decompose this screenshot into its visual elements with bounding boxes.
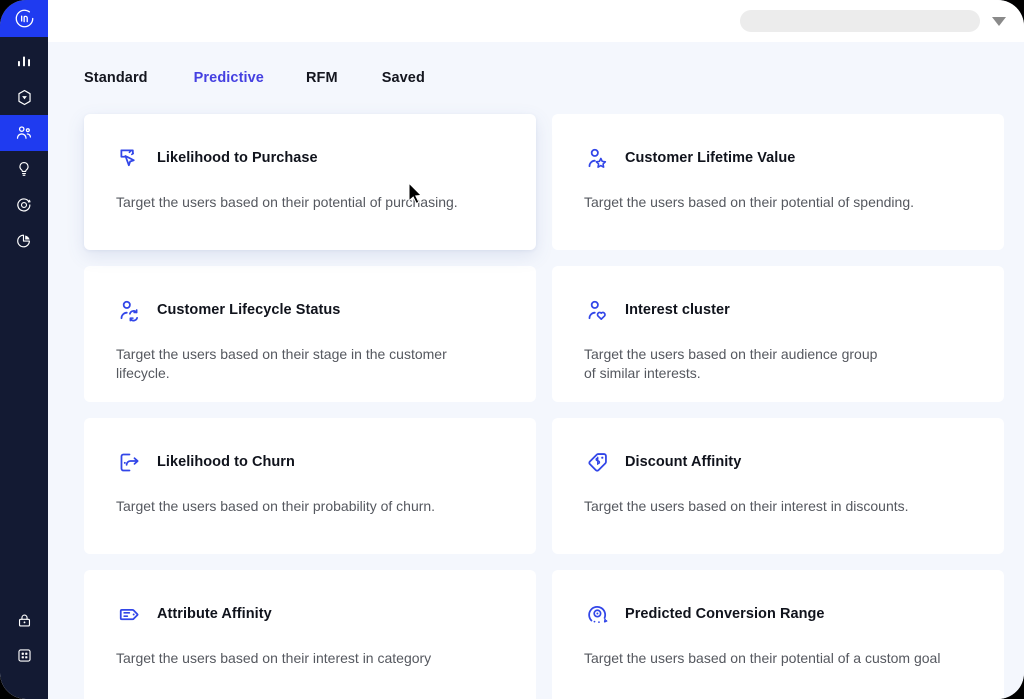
tab-predictive[interactable]: Predictive <box>194 70 264 86</box>
main-content: Standard Predictive RFM Saved <box>48 42 1024 699</box>
card-description: Target the users based on their stage in… <box>116 345 488 383</box>
card-description: Target the users based on their potentia… <box>116 193 488 212</box>
card-header: Customer Lifecycle Status <box>116 296 504 324</box>
card-header: Likelihood to Churn <box>116 448 504 476</box>
card-header: Predicted Conversion Range <box>584 600 972 628</box>
tab-rfm[interactable]: RFM <box>306 70 338 86</box>
card-header: Discount Affinity <box>584 448 972 476</box>
app-shell: Standard Predictive RFM Saved <box>0 0 1024 699</box>
sidebar-bottom-group <box>0 603 48 673</box>
card-likelihood-to-churn[interactable]: Likelihood to Churn Target the users bas… <box>84 418 536 554</box>
sidebar-item-journeys[interactable] <box>0 187 48 223</box>
chevron-down-icon[interactable] <box>992 17 1006 26</box>
card-title: Customer Lifecycle Status <box>157 302 340 318</box>
sidebar-item-audience[interactable] <box>0 115 48 151</box>
segment-type-tabs: Standard Predictive RFM Saved <box>48 42 1024 114</box>
card-header: Interest cluster <box>584 296 972 324</box>
card-description: Target the users based on their interest… <box>584 497 956 516</box>
exit-arrow-icon <box>116 449 143 476</box>
card-customer-lifetime-value[interactable]: Customer Lifetime Value Target the users… <box>552 114 1004 250</box>
card-likelihood-to-purchase[interactable]: Likelihood to Purchase Target the users … <box>84 114 536 250</box>
pie-chart-icon <box>15 232 33 250</box>
sidebar-item-reports[interactable] <box>0 223 48 259</box>
card-attribute-affinity[interactable]: Attribute Affinity Target the users base… <box>84 570 536 699</box>
apps-grid-icon <box>16 647 33 664</box>
card-description: Target the users based on their potentia… <box>584 193 956 212</box>
card-discount-affinity[interactable]: Discount Affinity Target the users based… <box>552 418 1004 554</box>
left-sidebar <box>0 0 48 699</box>
lock-icon <box>16 612 33 629</box>
sidebar-item-protect[interactable] <box>0 79 48 115</box>
card-header: Attribute Affinity <box>116 600 504 628</box>
insider-logo-icon <box>14 8 35 29</box>
card-interest-cluster[interactable]: Interest cluster Target the users based … <box>552 266 1004 402</box>
top-bar <box>48 0 1024 42</box>
lightbulb-icon <box>15 160 33 178</box>
cursor-click-icon <box>116 145 143 172</box>
attribute-tag-icon <box>116 601 143 628</box>
app-logo[interactable] <box>0 0 48 37</box>
sidebar-item-apps[interactable] <box>0 638 48 673</box>
card-description: Target the users based on their potentia… <box>584 649 956 668</box>
card-header: Likelihood to Purchase <box>116 144 504 172</box>
discount-tag-icon <box>584 449 611 476</box>
bar-chart-icon <box>15 52 33 70</box>
person-refresh-icon <box>116 297 143 324</box>
card-title: Discount Affinity <box>625 454 741 470</box>
sidebar-item-analytics[interactable] <box>0 43 48 79</box>
people-audience-icon <box>14 123 34 143</box>
card-title: Likelihood to Churn <box>157 454 295 470</box>
card-customer-lifecycle-status[interactable]: Customer Lifecycle Status Target the use… <box>84 266 536 402</box>
card-description: Target the users based on their interest… <box>116 649 488 668</box>
app-root: Standard Predictive RFM Saved <box>0 0 1024 699</box>
card-description: Target the users based on their probabil… <box>116 497 488 516</box>
sidebar-item-privacy[interactable] <box>0 603 48 638</box>
card-title: Likelihood to Purchase <box>157 150 318 166</box>
tab-standard[interactable]: Standard <box>84 70 148 86</box>
shield-hexagon-icon <box>15 88 34 107</box>
sidebar-item-insights[interactable] <box>0 151 48 187</box>
card-title: Attribute Affinity <box>157 606 272 622</box>
conversion-range-icon <box>584 601 611 628</box>
card-title: Interest cluster <box>625 302 730 318</box>
predictive-segment-grid: Likelihood to Purchase Target the users … <box>48 114 1024 699</box>
card-description: Target the users based on their audience… <box>584 345 956 383</box>
card-header: Customer Lifetime Value <box>584 144 972 172</box>
card-title: Predicted Conversion Range <box>625 606 825 622</box>
card-title: Customer Lifetime Value <box>625 150 795 166</box>
person-heart-icon <box>584 297 611 324</box>
tab-saved[interactable]: Saved <box>382 70 425 86</box>
target-arrow-icon <box>15 196 33 214</box>
person-star-icon <box>584 145 611 172</box>
account-select-input[interactable] <box>740 10 980 32</box>
card-predicted-conversion-range[interactable]: Predicted Conversion Range Target the us… <box>552 570 1004 699</box>
